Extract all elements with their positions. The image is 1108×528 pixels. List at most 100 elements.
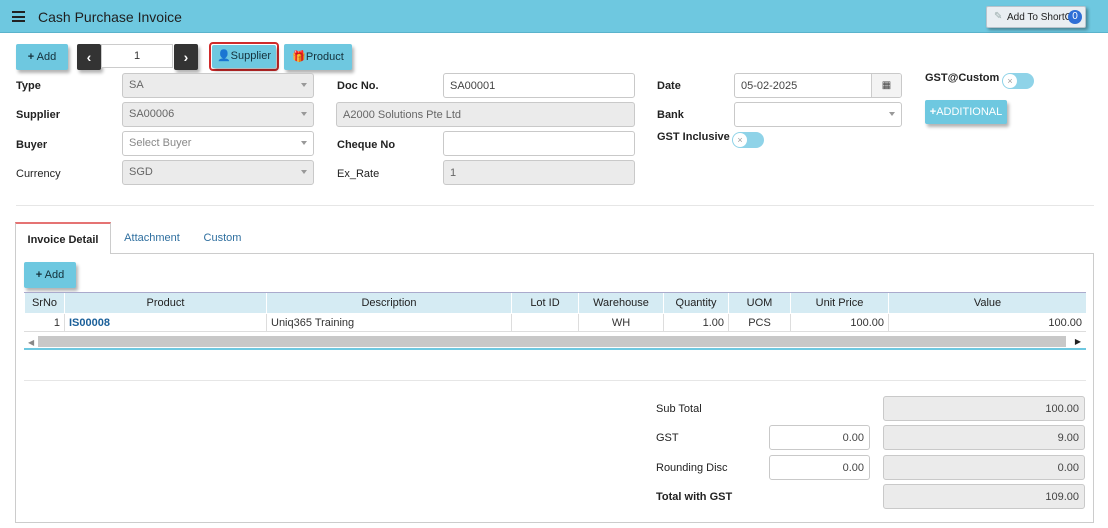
tab-attachment[interactable]: Attachment xyxy=(117,222,187,254)
cell-unit-price[interactable]: 100.00 xyxy=(790,314,888,331)
supplier-value: SA00006 xyxy=(129,108,175,120)
toggle-off-icon: × xyxy=(1003,74,1017,88)
col-value[interactable]: Value xyxy=(888,293,1086,313)
grid-header: SrNo Product Description Lot ID Warehous… xyxy=(24,292,1086,313)
ex-rate-field[interactable]: 1 xyxy=(443,160,635,185)
chevron-down-icon xyxy=(301,83,307,87)
detail-add-button[interactable]: + Add xyxy=(24,262,76,288)
buyer-label: Buyer xyxy=(16,139,48,151)
add-to-shortcut-button[interactable]: ✎ Add To ShortCut 0 xyxy=(986,6,1086,28)
rounding-disc-label: Rounding Disc xyxy=(656,462,728,474)
currency-value: SGD xyxy=(129,166,153,178)
user-icon: 👤 xyxy=(216,50,231,62)
add-button-label: Add xyxy=(36,51,57,63)
chevron-down-icon xyxy=(301,170,307,174)
currency-select[interactable]: SGD xyxy=(122,160,314,185)
sub-total-label: Sub Total xyxy=(656,403,702,415)
total-with-gst-label: Total with GST xyxy=(656,491,733,503)
pin-icon: ✎ xyxy=(994,11,1003,22)
totals-divider xyxy=(24,380,1086,381)
gst-inclusive-label: GST Inclusive xyxy=(657,131,730,143)
tab-invoice-detail[interactable]: Invoice Detail xyxy=(15,222,111,254)
gst-inclusive-toggle[interactable]: × xyxy=(732,132,764,148)
ex-rate-label: Ex_Rate xyxy=(337,168,380,180)
horizontal-scrollbar[interactable]: ◀ ▶ xyxy=(24,333,1086,350)
col-srno[interactable]: SrNo xyxy=(24,293,64,313)
col-unit-price[interactable]: Unit Price xyxy=(790,293,888,313)
doc-no-input[interactable]: SA00001 xyxy=(443,73,635,98)
cell-value[interactable]: 100.00 xyxy=(888,314,1086,331)
rounding-disc-input[interactable]: 0.00 xyxy=(769,455,870,480)
col-description[interactable]: Description xyxy=(266,293,511,313)
cell-uom[interactable]: PCS xyxy=(728,314,790,331)
col-lot-id[interactable]: Lot ID xyxy=(511,293,578,313)
previous-record-button[interactable]: ‹ xyxy=(77,44,101,70)
date-label: Date xyxy=(657,80,681,92)
bank-label: Bank xyxy=(657,109,684,121)
cheque-no-input[interactable] xyxy=(443,131,635,156)
calendar-icon[interactable]: ▦ xyxy=(871,74,901,97)
cell-product[interactable]: IS00008 xyxy=(64,314,266,331)
additional-button[interactable]: +ADDITIONAL xyxy=(925,100,1007,124)
col-warehouse[interactable]: Warehouse xyxy=(578,293,663,313)
col-product[interactable]: Product xyxy=(64,293,266,313)
product-button-label: Product xyxy=(305,51,344,63)
supplier-label: Supplier xyxy=(16,109,61,121)
total-with-gst-field: 109.00 xyxy=(883,484,1085,509)
cell-srno: 1 xyxy=(53,317,60,329)
scroll-right-icon[interactable]: ▶ xyxy=(1075,337,1081,346)
gst-rate-input[interactable]: 0.00 xyxy=(769,425,870,450)
add-button[interactable]: + Add xyxy=(16,44,68,70)
sub-total-field: 100.00 xyxy=(883,396,1085,421)
type-select[interactable]: SA xyxy=(122,73,314,98)
supplier-name-field: A2000 Solutions Pte Ltd xyxy=(336,102,635,127)
next-record-button[interactable]: › xyxy=(174,44,198,70)
toggle-off-icon: × xyxy=(733,133,747,147)
buyer-placeholder: Select Buyer xyxy=(129,137,192,149)
chevron-down-icon xyxy=(889,112,895,116)
type-label: Type xyxy=(16,80,41,92)
menu-icon[interactable] xyxy=(12,11,25,22)
currency-label: Currency xyxy=(16,168,61,180)
cell-quantity[interactable]: 1.00 xyxy=(663,314,728,331)
buyer-select[interactable]: Select Buyer xyxy=(122,131,314,156)
chevron-right-icon: › xyxy=(183,49,189,65)
product-button[interactable]: 🎁Product xyxy=(284,44,352,70)
cell-warehouse[interactable]: WH xyxy=(578,314,663,331)
cell-lot-id[interactable] xyxy=(511,314,578,331)
tab-custom[interactable]: Custom xyxy=(195,222,250,254)
supplier-select[interactable]: SA00006 xyxy=(122,102,314,127)
cheque-no-label: Cheque No xyxy=(337,139,396,151)
invoice-detail-grid: SrNo Product Description Lot ID Warehous… xyxy=(24,292,1086,352)
table-row[interactable]: 1 IS00008 Uniq365 Training WH 1.00 PCS 1… xyxy=(24,314,1086,332)
record-number-input[interactable]: 1 xyxy=(101,44,173,68)
chevron-left-icon: ‹ xyxy=(86,49,92,65)
supplier-button[interactable]: 👤Supplier xyxy=(212,45,276,68)
doc-no-label: Doc No. xyxy=(337,80,379,92)
date-value: 05-02-2025 xyxy=(741,80,798,92)
section-divider xyxy=(16,205,1094,206)
detail-add-label: Add xyxy=(44,269,65,281)
chevron-down-icon xyxy=(301,112,307,116)
gift-icon: 🎁 xyxy=(292,51,306,63)
chevron-down-icon xyxy=(301,141,307,145)
page-title: Cash Purchase Invoice xyxy=(38,9,182,25)
supplier-button-label: Supplier xyxy=(230,50,272,62)
top-bar: Cash Purchase Invoice ✎ Add To ShortCut … xyxy=(0,0,1108,33)
gst-label: GST xyxy=(656,432,679,444)
scrollbar-thumb[interactable] xyxy=(38,336,1066,347)
gst-amount-field: 9.00 xyxy=(883,425,1085,450)
cell-description[interactable]: Uniq365 Training xyxy=(266,314,511,331)
scroll-left-icon[interactable]: ◀ xyxy=(28,338,34,347)
shortcut-count-badge: 0 xyxy=(1068,10,1082,24)
rounding-disc-field: 0.00 xyxy=(883,455,1085,480)
bank-select[interactable] xyxy=(734,102,902,127)
gst-custom-toggle[interactable]: × xyxy=(1002,73,1034,89)
additional-button-label: ADDITIONAL xyxy=(936,106,1003,118)
date-input[interactable]: 05-02-2025 ▦ xyxy=(734,73,902,98)
plus-icon: + xyxy=(35,269,43,281)
col-quantity[interactable]: Quantity xyxy=(663,293,728,313)
type-value: SA xyxy=(129,79,144,91)
plus-icon: + xyxy=(27,51,35,63)
col-uom[interactable]: UOM xyxy=(728,293,790,313)
